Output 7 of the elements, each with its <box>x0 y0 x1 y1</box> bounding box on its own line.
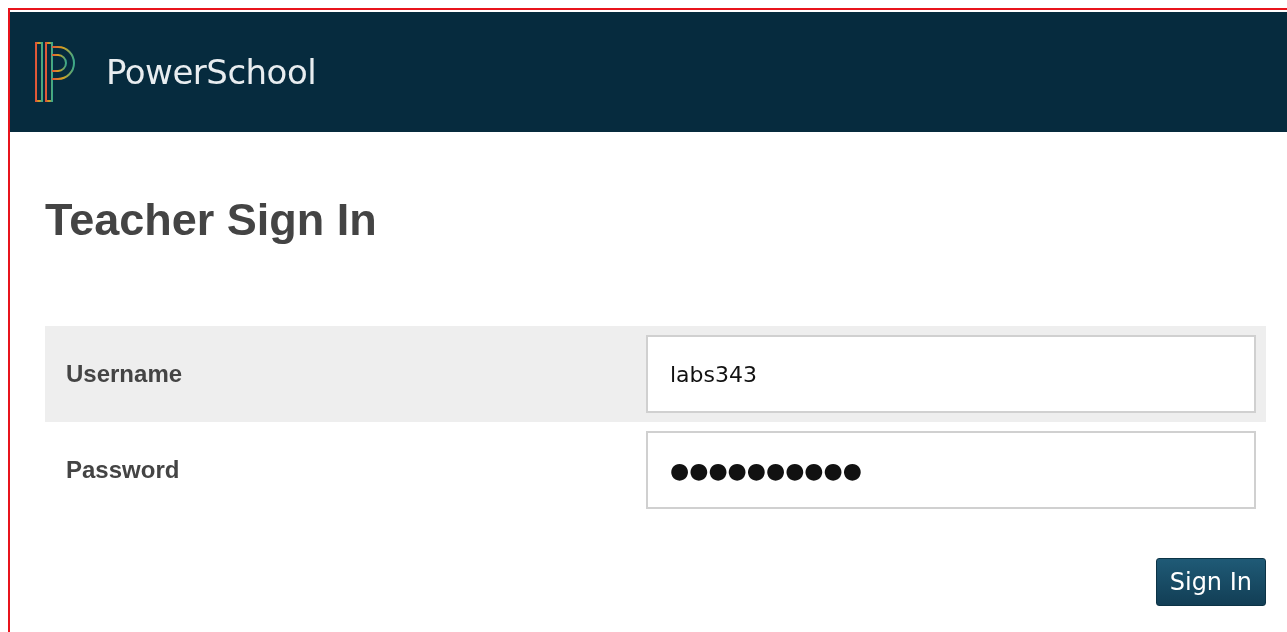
input-field[interactable]: labs343 <box>646 335 1256 413</box>
field-label: Password <box>66 456 180 484</box>
input-field[interactable]: ●●●●●●●●●● <box>646 431 1256 509</box>
brand-name: PowerSchool <box>106 52 317 92</box>
sign-in-button[interactable]: Sign In <box>1155 558 1266 606</box>
field-label: Username <box>66 360 183 388</box>
page-title: Teacher Sign In <box>45 194 377 246</box>
